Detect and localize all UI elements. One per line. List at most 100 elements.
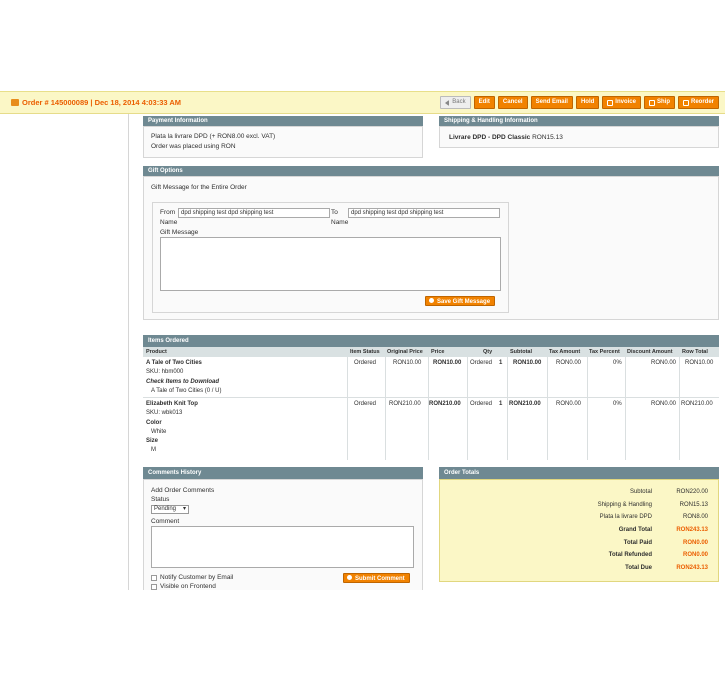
- submit-comment-button[interactable]: Submit Comment: [343, 573, 410, 583]
- payment-currency: Order was placed using RON: [151, 143, 236, 150]
- subtotal: RON210.00: [509, 401, 541, 407]
- order-actions: Back Edit Cancel Send Email Hold Invoice…: [440, 96, 719, 109]
- shipping-box: Livrare DPD - DPD Classic RON15.13: [439, 126, 719, 148]
- product-sku: SKU: hbm000: [146, 369, 184, 375]
- col-original-price: Original Price: [387, 349, 423, 355]
- product-option-value: White: [151, 429, 167, 435]
- qty-label: Ordered: [470, 401, 493, 407]
- qty-label: Ordered: [470, 360, 493, 366]
- col-qty: Qty: [483, 349, 493, 355]
- visible-frontend-checkbox[interactable]: [151, 584, 157, 590]
- order-icon: [11, 99, 19, 106]
- product-link[interactable]: A Tale of Two Cities (0 / U): [151, 388, 221, 394]
- items-ordered-heading: Items Ordered: [143, 335, 719, 347]
- edit-button[interactable]: Edit: [473, 96, 495, 109]
- product-option-label: Size: [146, 438, 159, 444]
- payment-heading: Payment Information: [143, 116, 423, 126]
- gift-message-label: Gift Message: [160, 229, 199, 236]
- subtotal-value: RON220.00: [676, 489, 708, 495]
- column-divider: [625, 357, 626, 460]
- col-tax-percent: Tax Percent: [589, 349, 620, 355]
- gift-message-form: From Name dpd shipping test dpd shipping…: [152, 202, 509, 313]
- from-name-label: Name: [160, 219, 178, 226]
- product-name: Elizabeth Knit Top: [146, 401, 198, 407]
- grand-total-value: RON243.13: [676, 527, 708, 533]
- total-refunded-value: RON0.00: [682, 552, 708, 558]
- column-divider: [547, 357, 548, 460]
- save-gift-message-button[interactable]: Save Gift Message: [425, 296, 496, 306]
- product-option-value: M: [151, 447, 156, 453]
- price: RON10.00: [433, 360, 462, 366]
- column-divider: [679, 357, 680, 460]
- arrow-left-icon: [445, 99, 450, 106]
- column-divider: [385, 357, 386, 460]
- gift-message-textarea[interactable]: [160, 237, 501, 291]
- col-price: Price: [431, 349, 445, 355]
- order-totals-box: Subtotal RON220.00 Shipping & Handling R…: [439, 479, 719, 582]
- col-product: Product: [146, 349, 167, 355]
- col-item-status: Item Status: [350, 349, 380, 355]
- cod-fee-value: RON8.00: [682, 514, 708, 520]
- col-tax-amount: Tax Amount: [549, 349, 581, 355]
- tax-percent: 0%: [613, 401, 622, 407]
- tax-amount: RON0.00: [556, 401, 582, 407]
- save-icon: [429, 298, 434, 303]
- to-label: To: [331, 209, 338, 216]
- price: RON210.00: [429, 401, 461, 407]
- invoice-button[interactable]: Invoice: [602, 96, 641, 109]
- column-divider: [507, 357, 508, 460]
- from-name-input[interactable]: dpd shipping test dpd shipping test: [178, 208, 330, 218]
- product-sku: SKU: wbk013: [146, 410, 183, 416]
- shipping-value: RON15.13: [679, 502, 708, 508]
- tax-percent: 0%: [613, 360, 622, 366]
- order-title: Order # 145000089 | Dec 18, 2014 4:03:33…: [11, 98, 181, 107]
- submit-icon: [347, 575, 352, 580]
- to-name-input[interactable]: dpd shipping test dpd shipping test: [348, 208, 500, 218]
- visible-frontend-label: Visible on Frontend: [160, 583, 216, 590]
- qty-value: 1: [499, 360, 503, 366]
- cod-fee-label: Plata la livrare DPD: [599, 514, 652, 520]
- notify-customer-label: Notify Customer by Email: [160, 574, 234, 581]
- ship-button[interactable]: Ship: [643, 96, 675, 109]
- item-status: Ordered: [354, 401, 377, 407]
- original-price: RON210.00: [389, 401, 421, 407]
- subtotal: RON10.00: [513, 360, 542, 366]
- shipping-label: Shipping & Handling: [597, 502, 652, 508]
- total-due-value: RON243.13: [676, 565, 708, 571]
- back-button[interactable]: Back: [440, 96, 471, 109]
- col-discount-amount: Discount Amount: [627, 349, 673, 355]
- column-divider: [467, 357, 468, 460]
- sidebar-divider: [128, 112, 129, 590]
- notify-customer-checkbox[interactable]: [151, 575, 157, 581]
- payment-box: Plata la livrare DPD (+ RON8.00 excl. VA…: [143, 126, 423, 158]
- qty-value: 1: [499, 401, 503, 407]
- total-paid-label: Total Paid: [623, 540, 652, 546]
- comments-history-heading: Comments History: [143, 467, 423, 479]
- to-name-label: Name: [331, 219, 349, 226]
- cancel-button[interactable]: Cancel: [497, 96, 528, 109]
- add-comments-label: Add Order Comments: [151, 487, 215, 494]
- comment-textarea[interactable]: [151, 526, 414, 568]
- shipping-method: Livrare DPD - DPD Classic RON15.13: [449, 134, 563, 141]
- tax-amount: RON0.00: [556, 360, 582, 366]
- reorder-button[interactable]: Reorder: [677, 96, 719, 109]
- column-divider: [347, 357, 348, 460]
- total-refunded-label: Total Refunded: [608, 552, 652, 558]
- product-option: Check Items to Download: [146, 379, 220, 385]
- original-price: RON10.00: [393, 360, 422, 366]
- invoice-icon: [607, 99, 614, 106]
- hold-button[interactable]: Hold: [575, 96, 600, 109]
- status-select[interactable]: Pending ▾: [151, 505, 189, 514]
- payment-method: Plata la livrare DPD (+ RON8.00 excl. VA…: [151, 133, 276, 140]
- chevron-down-icon: ▾: [182, 506, 186, 512]
- discount: RON0.00: [651, 401, 677, 407]
- table-row: A Tale of Two Cities SKU: hbm000 Check I…: [143, 357, 719, 398]
- item-status: Ordered: [354, 360, 377, 366]
- product-name: A Tale of Two Cities: [146, 360, 202, 366]
- ship-icon: [648, 99, 655, 106]
- discount: RON0.00: [651, 360, 677, 366]
- comments-box: Add Order Comments Status Pending ▾ Comme…: [143, 479, 423, 590]
- comment-label: Comment: [151, 518, 180, 525]
- send-email-button[interactable]: Send Email: [530, 96, 573, 109]
- column-divider: [428, 357, 429, 460]
